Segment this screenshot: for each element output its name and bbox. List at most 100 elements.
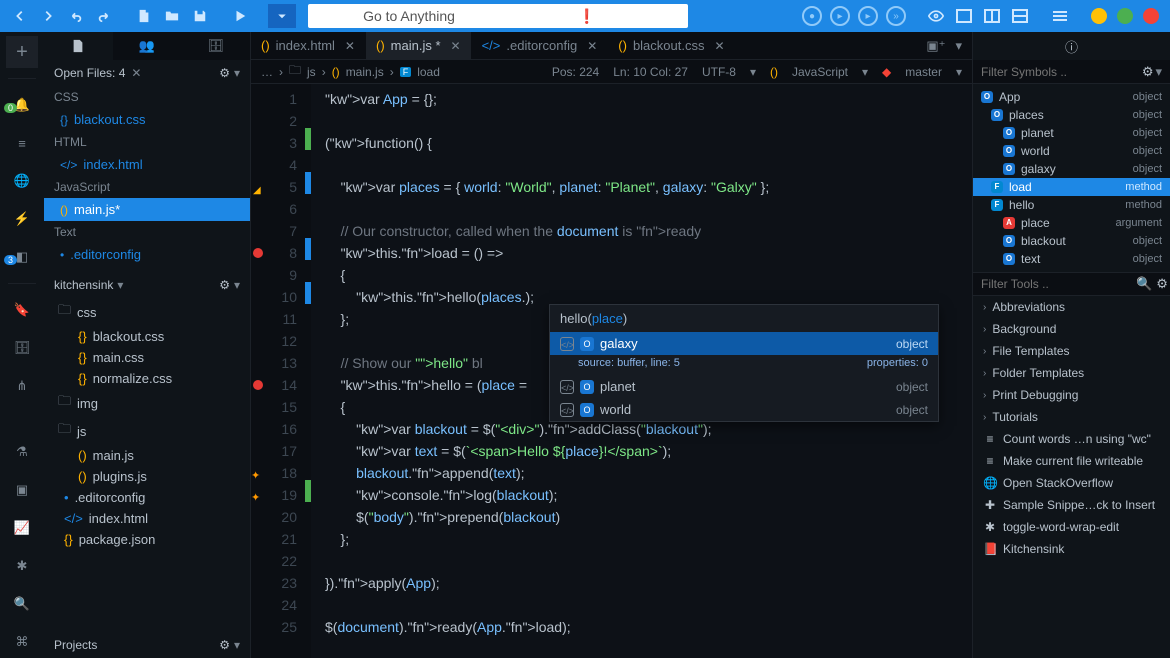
open-file-blackout[interactable]: {}blackout.css <box>44 108 250 131</box>
editor-tab[interactable]: ()blackout.css✕ <box>608 32 735 59</box>
tool-item[interactable]: ›Abbreviations <box>973 296 1170 318</box>
command-button[interactable]: ⌘ <box>6 626 38 658</box>
save-button[interactable] <box>188 4 212 28</box>
open-files-gear-icon[interactable]: ⚙ <box>219 66 230 80</box>
undo-button[interactable] <box>64 4 88 28</box>
ellipsis-icon[interactable]: … <box>261 65 273 79</box>
tree-file[interactable]: •.editorconfig <box>44 487 250 508</box>
symbol-item[interactable]: Fhellomethod <box>973 196 1170 214</box>
add-tab-button[interactable]: + <box>6 36 38 68</box>
project-gear-icon[interactable]: ⚙ <box>219 278 230 292</box>
tool-item[interactable]: ›Print Debugging <box>973 384 1170 406</box>
open-file-editorconfig[interactable]: •.editorconfig <box>44 243 250 266</box>
tree-file[interactable]: {}blackout.css <box>44 326 250 347</box>
symbols-filter-input[interactable] <box>981 65 1138 79</box>
open-folder-button[interactable] <box>160 4 184 28</box>
new-tab-icon[interactable]: ▣⁺ <box>926 38 945 54</box>
tree-file[interactable]: ()plugins.js <box>44 466 250 487</box>
side-tab-files[interactable] <box>44 32 113 60</box>
folder-js[interactable]: 🗀js <box>44 417 250 445</box>
autocomplete-item[interactable]: </>Ogalaxyobject <box>550 332 938 355</box>
close-tab-icon[interactable]: ✕ <box>345 39 355 53</box>
caret-down-icon[interactable]: ▾ <box>234 66 240 80</box>
close-open-files-icon[interactable]: ✕ <box>131 66 141 80</box>
search-button[interactable]: 🔍 <box>6 588 38 620</box>
globe-button[interactable]: 🌐 <box>6 165 38 197</box>
status-lang[interactable]: JavaScript <box>792 65 848 79</box>
side-tab-db[interactable]: 🗄 <box>181 32 250 60</box>
editor-tab[interactable]: ()index.html✕ <box>251 32 366 59</box>
folder-css[interactable]: 🗀css <box>44 298 250 326</box>
status-encoding[interactable]: UTF-8 <box>702 65 736 79</box>
tool-item[interactable]: ›Background <box>973 318 1170 340</box>
window-minimize-button[interactable] <box>1091 8 1107 24</box>
close-tab-icon[interactable]: ✕ <box>587 39 597 53</box>
notifications-button[interactable]: 0🔔 <box>6 89 38 121</box>
terminal-button[interactable]: ▣ <box>6 474 38 506</box>
symbol-item[interactable]: OAppobject <box>973 88 1170 106</box>
editor-body[interactable]: 1234◢567891011121314151617✦18✦1920212223… <box>251 84 972 658</box>
go-to-anything-input[interactable]: Go to Anything ❗ <box>308 4 688 28</box>
bookmark-button[interactable]: 🔖 <box>6 294 38 326</box>
pane-single-button[interactable] <box>952 4 976 28</box>
side-tab-people[interactable]: 👥 <box>113 32 182 60</box>
new-file-button[interactable] <box>132 4 156 28</box>
flash-button[interactable]: ⚡ <box>6 203 38 235</box>
save-macro-button[interactable]: ▸ <box>858 6 878 26</box>
stats-button[interactable]: 📈 <box>6 512 38 544</box>
tool-item[interactable]: ✱toggle-word-wrap-edit <box>973 516 1170 538</box>
redo-button[interactable] <box>92 4 116 28</box>
lab-button[interactable]: ⚗ <box>6 436 38 468</box>
preview-button[interactable] <box>924 4 948 28</box>
symbol-item[interactable]: Oplacesobject <box>973 106 1170 124</box>
window-maximize-button[interactable] <box>1117 8 1133 24</box>
editor-tab[interactable]: ()main.js *✕ <box>366 32 472 59</box>
autocomplete-item[interactable]: </>Oplanetobject <box>550 375 938 398</box>
autocomplete-item[interactable]: </>Oworldobject <box>550 398 938 421</box>
tree-file[interactable]: </>index.html <box>44 508 250 529</box>
right-tab-symbols[interactable]: ⓘ <box>973 32 1170 60</box>
crumb-file[interactable]: main.js <box>346 65 384 79</box>
tab-list-icon[interactable]: ▾ <box>955 38 962 54</box>
snippet-button[interactable]: ✱ <box>6 550 38 582</box>
share-button[interactable]: ⋔ <box>6 370 38 402</box>
symbol-item[interactable]: Ogalaxyobject <box>973 160 1170 178</box>
window-close-button[interactable] <box>1143 8 1159 24</box>
status-branch[interactable]: master <box>905 65 942 79</box>
pane-split-v-button[interactable] <box>980 4 1004 28</box>
crumb-symbol[interactable]: load <box>417 65 440 79</box>
tools-filter-input[interactable] <box>981 277 1136 291</box>
run-button[interactable] <box>228 4 252 28</box>
play-macro-button[interactable]: ▸ <box>830 6 850 26</box>
projects-header[interactable]: Projects ⚙ ▾ <box>44 632 250 658</box>
tool-item[interactable]: ›Folder Templates <box>973 362 1170 384</box>
symbol-item[interactable]: Aplaceargument <box>973 214 1170 232</box>
database-button[interactable]: 🗄 <box>6 332 38 364</box>
caret-down-icon[interactable]: ▾ <box>234 278 240 292</box>
symbol-item[interactable]: Oplanetobject <box>973 124 1170 142</box>
symbols-gear-icon[interactable]: ⚙ <box>1142 64 1154 80</box>
nav-forward-button[interactable] <box>36 4 60 28</box>
search-icon[interactable]: 🔍 <box>1136 276 1152 292</box>
open-file-mainjs[interactable]: ()main.js* <box>44 198 250 221</box>
tool-item[interactable]: ✚Sample Snippe…ck to Insert <box>973 494 1170 516</box>
outline-button[interactable]: ≡ <box>6 127 38 159</box>
tool-item[interactable]: 🌐Open StackOverflow <box>973 472 1170 494</box>
symbol-item[interactable]: Floadmethod <box>973 178 1170 196</box>
dropdown-button[interactable] <box>268 4 296 28</box>
nav-back-button[interactable] <box>8 4 32 28</box>
symbol-item[interactable]: Oblackoutobject <box>973 232 1170 250</box>
tree-file[interactable]: {}main.css <box>44 347 250 368</box>
folder-img[interactable]: 🗀img <box>44 389 250 417</box>
crumb-folder[interactable]: js <box>307 65 316 79</box>
tool-item[interactable]: ›File Templates <box>973 340 1170 362</box>
diff-button[interactable]: 3◧ <box>6 241 38 273</box>
tool-item[interactable]: ≡Make current file writeable <box>973 450 1170 472</box>
close-tab-icon[interactable]: ✕ <box>714 39 724 53</box>
symbol-item[interactable]: Otextobject <box>973 250 1170 268</box>
macro-button[interactable]: » <box>886 6 906 26</box>
tree-file[interactable]: {}package.json <box>44 529 250 550</box>
pane-split-h-button[interactable] <box>1008 4 1032 28</box>
editor-tab[interactable]: </>.editorconfig✕ <box>472 32 609 59</box>
tool-item[interactable]: 📕Kitchensink <box>973 538 1170 560</box>
